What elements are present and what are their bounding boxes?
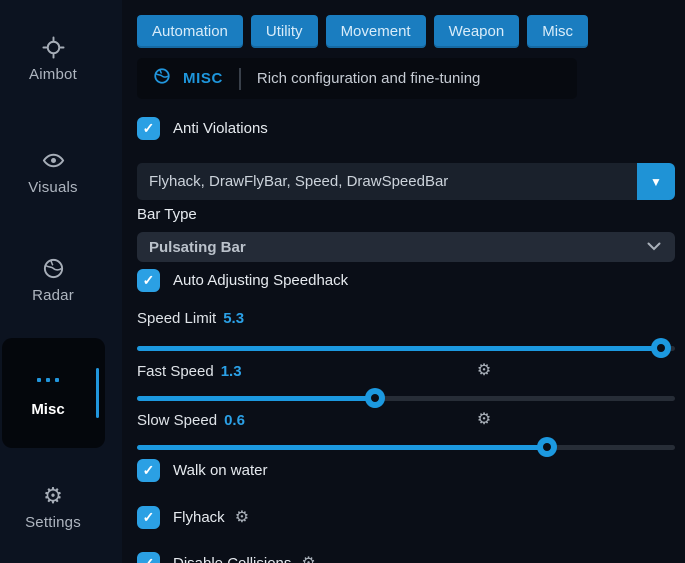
walk-on-water-checkbox[interactable]: ✓: [137, 459, 160, 482]
header-divider: [239, 68, 241, 90]
auto-adjusting-speedhack-row: ✓ Auto Adjusting Speedhack: [137, 268, 348, 292]
sidebar: Aimbot Visuals Radar Misc ⚙ Settings: [0, 0, 122, 563]
chevron-down-icon: [647, 238, 661, 256]
slider-label: Speed Limit: [137, 310, 216, 327]
sidebar-item-aimbot[interactable]: Aimbot: [0, 36, 106, 83]
speed-limit-header: Speed Limit 5.3: [137, 309, 244, 327]
bars-multiselect[interactable]: Flyhack, DrawFlyBar, Speed, DrawSpeedBar…: [137, 163, 675, 200]
select-value: Pulsating Bar: [149, 239, 246, 256]
tab-automation[interactable]: Automation: [137, 15, 243, 48]
sidebar-item-label: Visuals: [28, 179, 77, 196]
tab-misc[interactable]: Misc: [527, 15, 588, 48]
tab-weapon[interactable]: Weapon: [434, 15, 520, 48]
anti-violations-row: ✓ Anti Violations: [137, 116, 268, 140]
checkbox-label: Flyhack: [173, 509, 225, 526]
checkbox-label: Auto Adjusting Speedhack: [173, 272, 348, 289]
flyhack-row: ✓ Flyhack ⚙: [137, 505, 249, 529]
disable-collisions-row: ✓ Disable Collisions ⚙: [137, 551, 316, 563]
flyhack-gear-icon[interactable]: ⚙: [235, 507, 249, 527]
slider-fill: [137, 396, 375, 401]
crosshair-icon: [42, 36, 65, 59]
gear-icon: ⚙: [43, 484, 63, 507]
slider-handle[interactable]: [365, 388, 385, 408]
sidebar-item-visuals[interactable]: Visuals: [0, 149, 106, 196]
category-tabs: Automation Utility Movement Weapon Misc: [137, 15, 588, 48]
slow-speed-header: Slow Speed 0.6: [137, 411, 245, 429]
tab-movement[interactable]: Movement: [326, 15, 426, 48]
multiselect-dropdown-button[interactable]: ▼: [637, 163, 675, 200]
slider-handle[interactable]: [537, 437, 557, 457]
slow-speed-gear-icon[interactable]: ⚙: [475, 411, 493, 429]
flyhack-checkbox[interactable]: ✓: [137, 506, 160, 529]
sidebar-item-label: Aimbot: [29, 66, 77, 83]
sidebar-item-misc-selected[interactable]: Misc: [2, 338, 105, 448]
ellipsis-icon: [2, 378, 94, 382]
slider-value: 0.6: [224, 412, 245, 429]
slider-fill: [137, 346, 661, 351]
dropdown-arrow-icon: ▼: [650, 175, 662, 189]
tab-utility[interactable]: Utility: [251, 15, 318, 48]
check-icon: ✓: [143, 120, 155, 137]
eye-icon: [42, 149, 65, 172]
active-indicator-bar: [96, 368, 99, 418]
fast-speed-gear-icon[interactable]: ⚙: [475, 362, 493, 380]
walk-on-water-row: ✓ Walk on water: [137, 458, 267, 482]
disable-collisions-checkbox[interactable]: ✓: [137, 552, 160, 563]
sidebar-item-settings[interactable]: ⚙ Settings: [0, 484, 106, 531]
disable-collisions-gear-icon[interactable]: ⚙: [301, 553, 315, 563]
fast-speed-slider[interactable]: [137, 388, 675, 408]
slider-value: 1.3: [221, 363, 242, 380]
checkbox-label: Anti Violations: [173, 120, 268, 137]
slider-fill: [137, 445, 547, 450]
bar-type-select[interactable]: Pulsating Bar: [137, 232, 675, 262]
slider-label: Fast Speed: [137, 363, 214, 380]
sidebar-item-label: Misc: [2, 401, 94, 418]
page-title: MISC: [183, 70, 223, 87]
slider-value: 5.3: [223, 310, 244, 327]
fast-speed-header: Fast Speed 1.3: [137, 362, 242, 380]
sidebar-item-radar[interactable]: Radar: [0, 257, 106, 304]
page-subtitle: Rich configuration and fine-tuning: [257, 70, 480, 87]
check-icon: ✓: [143, 462, 155, 479]
anti-violations-checkbox[interactable]: ✓: [137, 117, 160, 140]
bar-type-label: Bar Type: [137, 206, 197, 223]
section-header: MISC Rich configuration and fine-tuning: [137, 58, 577, 99]
sidebar-item-label: Settings: [25, 514, 81, 531]
speed-limit-slider[interactable]: [137, 338, 675, 358]
multiselect-value: Flyhack, DrawFlyBar, Speed, DrawSpeedBar: [137, 173, 448, 190]
slider-label: Slow Speed: [137, 412, 217, 429]
checkbox-label: Disable Collisions: [173, 555, 291, 563]
check-icon: ✓: [143, 555, 155, 563]
globe-icon: [153, 67, 171, 90]
misc-panel: Automation Utility Movement Weapon Misc …: [137, 0, 675, 563]
check-icon: ✓: [143, 272, 155, 289]
checkbox-label: Walk on water: [173, 462, 267, 479]
slider-handle[interactable]: [651, 338, 671, 358]
check-icon: ✓: [143, 509, 155, 526]
auto-adjusting-speedhack-checkbox[interactable]: ✓: [137, 269, 160, 292]
globe-icon: [42, 257, 65, 280]
sidebar-item-label: Radar: [32, 287, 74, 304]
slow-speed-slider[interactable]: [137, 437, 675, 457]
